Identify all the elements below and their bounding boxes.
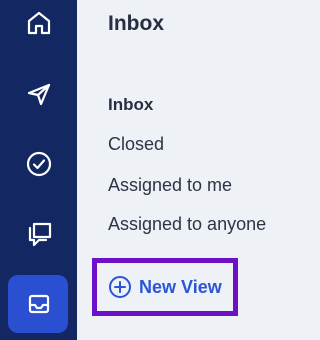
nav-item-assigned-to-anyone[interactable]: Assigned to anyone	[108, 214, 266, 235]
page-title: Inbox	[108, 12, 164, 35]
sidebar-item-home[interactable]	[0, 0, 77, 52]
plus-circle-icon	[109, 276, 131, 298]
nav-item-closed[interactable]: Closed	[108, 134, 164, 155]
send-icon	[27, 83, 50, 106]
chat-bubbles-icon	[28, 222, 51, 247]
sidebar-rail	[0, 0, 77, 340]
new-view-button[interactable]: New View	[92, 258, 238, 316]
nav-item-inbox[interactable]: Inbox	[108, 95, 153, 115]
inbox-tray-icon	[28, 294, 49, 314]
sidebar-item-inbox[interactable]	[0, 275, 77, 333]
inbox-panel: Inbox Inbox Closed Assigned to me Assign…	[77, 0, 287, 340]
new-view-label: New View	[139, 276, 222, 297]
sidebar-item-chats[interactable]	[0, 205, 77, 263]
app-window: Inbox Inbox Closed Assigned to me Assign…	[0, 0, 287, 340]
sidebar-item-tasks[interactable]	[0, 135, 77, 193]
sidebar-item-send[interactable]	[0, 65, 77, 123]
nav-item-assigned-to-me[interactable]: Assigned to me	[108, 175, 232, 196]
home-icon	[27, 11, 50, 35]
check-circle-icon	[26, 151, 51, 177]
